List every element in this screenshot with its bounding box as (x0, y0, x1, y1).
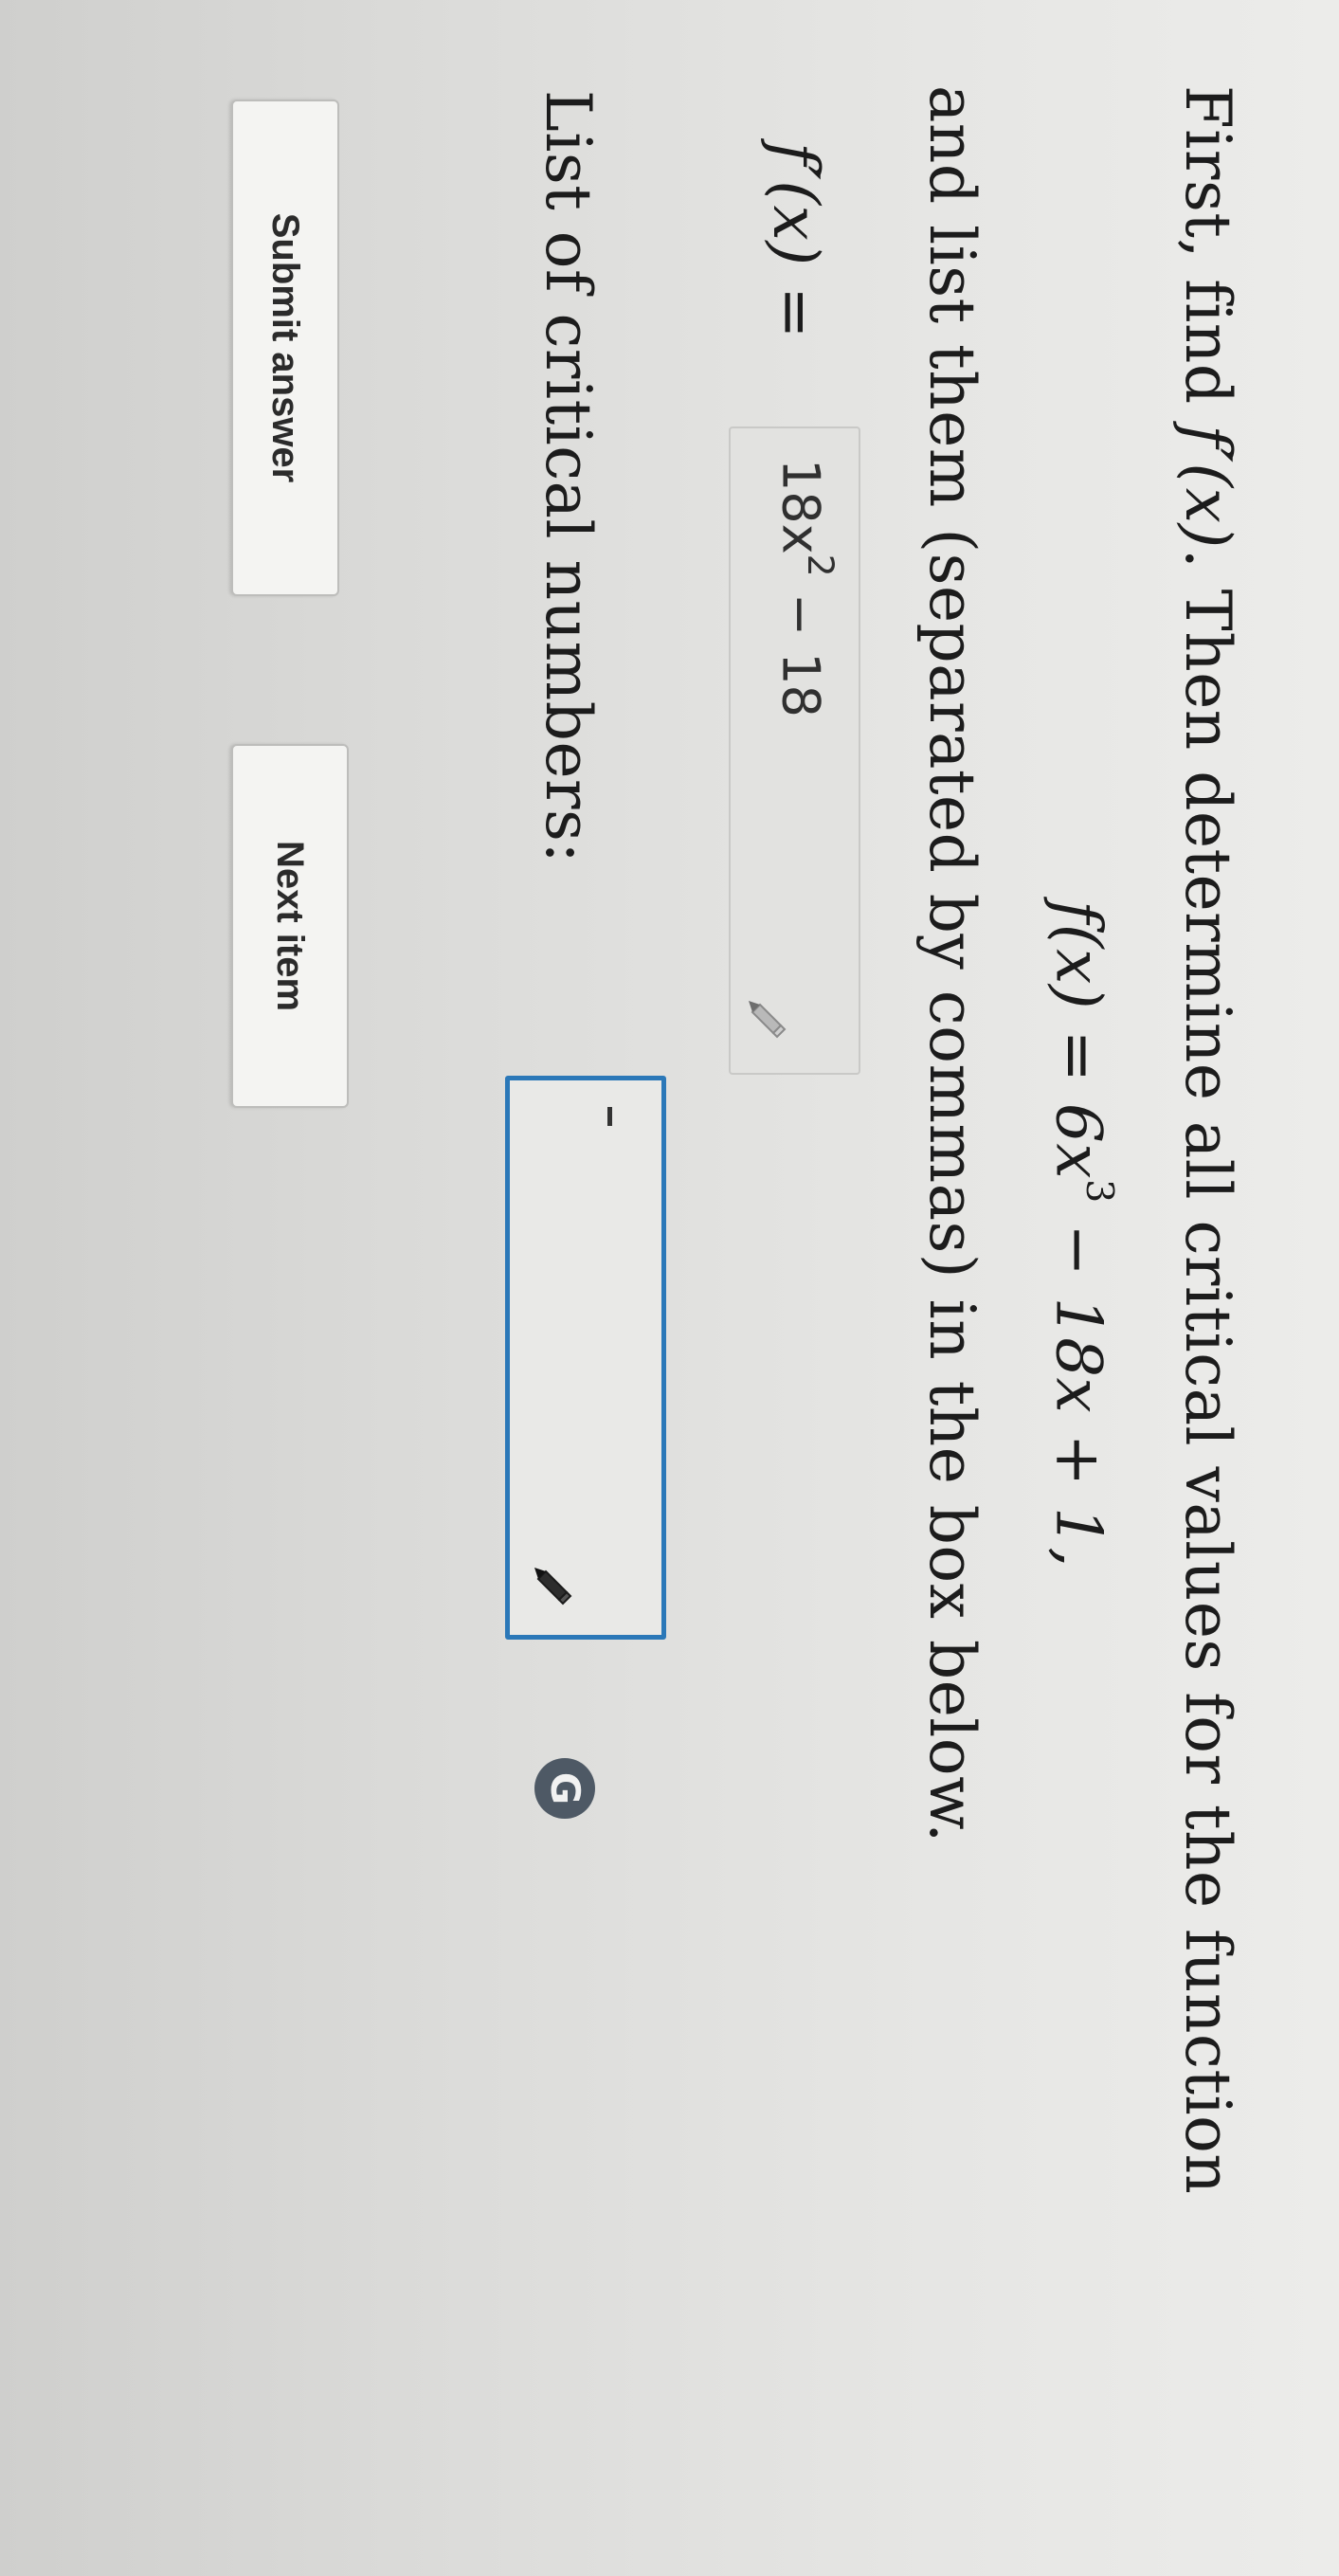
pencil-icon[interactable] (533, 1564, 578, 1609)
instruction-line: and list them (separated by commas) in t… (915, 85, 988, 1843)
grammar-badge-icon[interactable]: G (534, 1758, 595, 1819)
function-rhs: − 18x + 1, (1041, 1203, 1115, 1569)
screen-content: First, find f′(x). Then determine all cr… (0, 0, 1339, 2576)
intro-line: First, find f′(x). Then determine all cr… (1171, 85, 1244, 2194)
function-lhs: f(x) = 6x (1041, 900, 1115, 1180)
critical-numbers-label: List of critical numbers: (532, 90, 605, 864)
function-display: f(x) = 6x3 − 18x + 1, (1041, 900, 1121, 1568)
function-exponent: 3 (1077, 1179, 1121, 1204)
next-item-button[interactable]: Next item (231, 744, 349, 1108)
derivative-label: f′(x) = (759, 142, 832, 339)
text-cursor (607, 1107, 612, 1126)
intro-derivative-math: f′(x) (1171, 425, 1244, 549)
critical-numbers-input[interactable] (505, 1076, 666, 1640)
intro-text-before: First, find (1171, 85, 1244, 426)
question-card: First, find f′(x). Then determine all cr… (69, 47, 1263, 2512)
submit-answer-button[interactable]: Submit answer (231, 100, 339, 596)
derivative-value-tail: − 18 (770, 576, 831, 718)
derivative-input[interactable]: 18x2 − 18 (729, 426, 860, 1075)
derivative-value-exponent: 2 (800, 553, 841, 577)
pencil-icon[interactable] (747, 997, 792, 1043)
intro-text-after: . Then determine all critical values for… (1171, 548, 1244, 2195)
derivative-value: 18x2 − 18 (771, 459, 841, 717)
derivative-value-base: 18x (770, 459, 831, 554)
